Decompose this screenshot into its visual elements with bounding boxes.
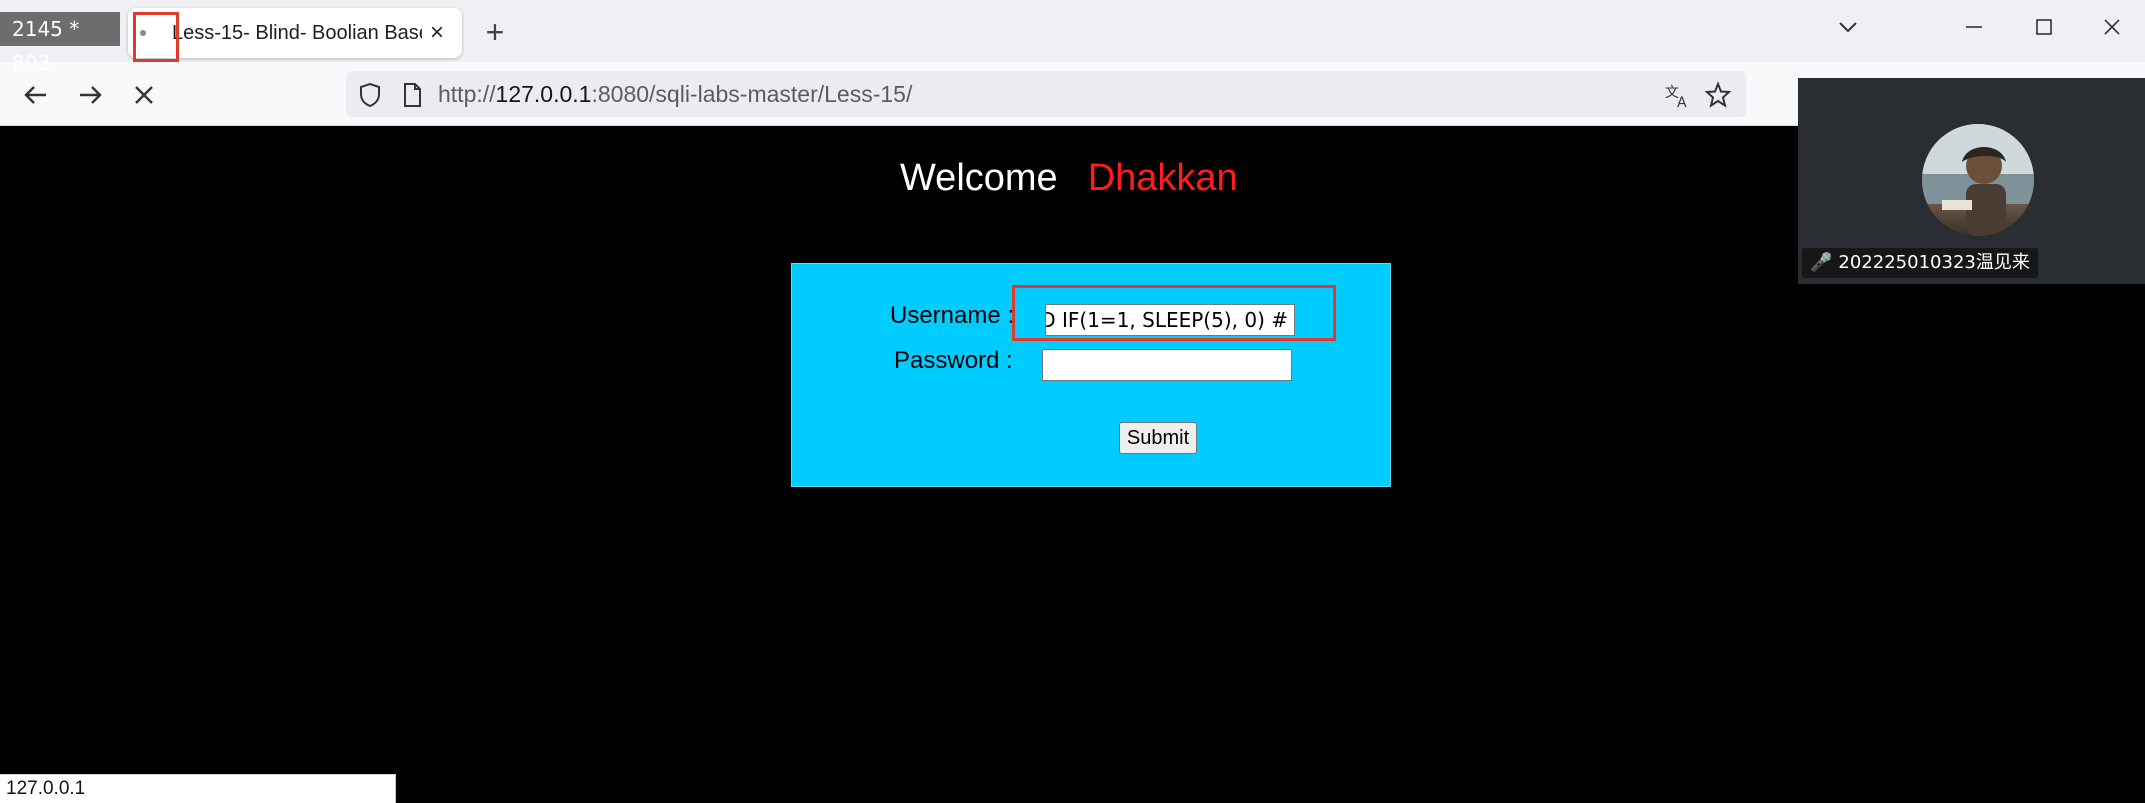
bookmark-star-icon[interactable] [1704,81,1732,109]
welcome-name: Dhakkan [1087,157,1238,199]
translate-icon[interactable]: 文A [1664,81,1692,111]
login-form: Username : ' AND IF(1=1, SLEEP(5), 0) # … [791,263,1391,487]
muted-mic-icon: 🎤 [1810,252,1833,273]
new-tab-plus-icon[interactable]: + [478,16,512,50]
avatar [1922,124,2034,236]
tab-close-icon[interactable]: × [424,20,450,46]
url-text[interactable]: http://127.0.0.1:8080/sqli-labs-master/L… [438,71,912,117]
participant-name-tag: 🎤 202225010323温见来 [1802,248,2038,278]
svg-text:A: A [1677,95,1687,109]
highlight-box-tab-icon [133,12,179,62]
video-call-panel[interactable]: 🎤 202225010323温见来 [1798,78,2145,284]
back-arrow-icon[interactable] [16,75,56,115]
tab-strip: 2145 * 803 Less-15- Blind- Boolian Based… [0,0,2145,75]
submit-button[interactable]: Submit [1119,422,1197,454]
password-label: Password : [894,347,1013,374]
url-host: 127.0.0.1 [495,81,592,107]
url-prefix: http:// [438,81,496,107]
close-window-icon[interactable] [2092,12,2132,52]
shield-icon[interactable] [356,81,384,109]
participant-name: 202225010323温见来 [1838,252,2030,273]
highlight-box-username [1012,285,1336,341]
tab-list-chevron-down-icon[interactable] [1828,12,1868,52]
url-bar[interactable]: http://127.0.0.1:8080/sqli-labs-master/L… [346,71,1746,117]
minimize-icon[interactable] [1954,12,1994,52]
welcome-heading: Welcome Dhakkan [900,157,1238,200]
forward-arrow-icon[interactable] [70,75,110,115]
maximize-icon[interactable] [2024,12,2064,52]
page-icon[interactable] [398,81,426,109]
stop-loading-icon[interactable] [124,75,164,115]
password-input[interactable] [1042,349,1292,381]
dimensions-overlay: 2145 * 803 [0,12,120,75]
welcome-text: Welcome [900,157,1058,199]
url-rest: :8080/sqli-labs-master/Less-15/ [591,81,913,107]
status-bar: 127.0.0.1 [0,774,396,803]
tab-title: Less-15- Blind- Boolian Based [172,22,422,44]
username-label: Username : [890,302,1015,329]
